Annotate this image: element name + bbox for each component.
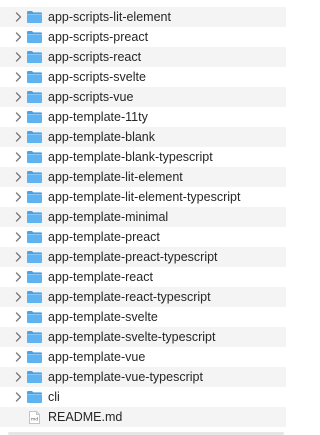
folder-icon	[26, 230, 43, 244]
folder-row[interactable]: app-template-11ty	[0, 107, 286, 127]
folder-icon	[26, 190, 43, 204]
chevron-right-icon[interactable]	[13, 151, 23, 163]
chevron-right-icon[interactable]	[13, 371, 23, 383]
chevron-right-icon[interactable]	[13, 251, 23, 263]
folder-icon	[26, 290, 43, 304]
folder-icon	[26, 50, 43, 64]
folder-row[interactable]: app-template-react	[0, 267, 286, 287]
folder-row[interactable]: app-scripts-preact	[0, 27, 286, 47]
folder-icon	[26, 130, 43, 144]
folder-name: app-template-react	[48, 270, 153, 284]
folder-name: app-template-blank	[48, 130, 156, 144]
folder-icon	[26, 90, 43, 104]
folder-row[interactable]: app-template-blank	[0, 127, 286, 147]
folder-row[interactable]: app-template-svelte-typescript	[0, 327, 286, 347]
folder-row[interactable]: app-scripts-react	[0, 47, 286, 67]
chevron-right-icon[interactable]	[13, 291, 23, 303]
folder-name: app-scripts-preact	[48, 30, 149, 44]
folder-row[interactable]: app-scripts-lit-element	[0, 7, 286, 27]
folder-icon	[26, 330, 43, 344]
folder-name: app-template-vue-typescript	[48, 370, 203, 384]
chevron-right-icon[interactable]	[13, 211, 23, 223]
file-row[interactable]: md README.md	[0, 407, 286, 427]
file-name: README.md	[48, 410, 123, 424]
folder-icon	[26, 170, 43, 184]
folder-icon	[26, 10, 43, 24]
folder-name: cli	[48, 390, 60, 404]
folder-name: app-template-minimal	[48, 210, 169, 224]
chevron-right-icon[interactable]	[13, 331, 23, 343]
chevron-right-icon[interactable]	[13, 91, 23, 103]
chevron-right-icon[interactable]	[13, 271, 23, 283]
folder-row[interactable]: cli	[0, 387, 286, 407]
folder-row[interactable]: app-template-lit-element	[0, 167, 286, 187]
file-list: app-scripts-lit-element app-scripts-preac…	[0, 0, 286, 435]
folder-icon	[26, 110, 43, 124]
chevron-right-icon[interactable]	[13, 311, 23, 323]
folder-name: app-scripts-svelte	[48, 70, 146, 84]
svg-text:md: md	[31, 417, 38, 423]
folder-icon	[26, 150, 43, 164]
folder-icon	[26, 350, 43, 364]
folder-name: app-template-vue	[48, 350, 146, 364]
folder-row[interactable]: app-template-lit-element-typescript	[0, 187, 286, 207]
folder-icon	[26, 270, 43, 284]
chevron-right-icon[interactable]	[13, 351, 23, 363]
folder-row[interactable]: app-template-svelte	[0, 307, 286, 327]
folder-name: app-template-11ty	[48, 110, 148, 124]
folder-name: app-template-lit-element	[48, 170, 183, 184]
folder-icon	[26, 30, 43, 44]
folder-icon	[26, 250, 43, 264]
folder-name: app-template-svelte-typescript	[48, 330, 216, 344]
folder-icon	[26, 370, 43, 384]
chevron-right-icon[interactable]	[13, 231, 23, 243]
folder-name: app-template-preact	[48, 230, 160, 244]
chevron-right-icon[interactable]	[13, 71, 23, 83]
folder-row[interactable]: app-template-react-typescript	[0, 287, 286, 307]
markdown-file-icon: md	[29, 411, 40, 424]
folder-name: app-template-react-typescript	[48, 290, 211, 304]
chevron-right-icon[interactable]	[13, 191, 23, 203]
folder-name: app-template-svelte	[48, 310, 158, 324]
folder-name: app-scripts-lit-element	[48, 10, 171, 24]
chevron-right-icon[interactable]	[13, 131, 23, 143]
folder-icon	[26, 390, 43, 404]
folder-name: app-template-blank-typescript	[48, 150, 213, 164]
folder-row[interactable]: app-template-vue	[0, 347, 286, 367]
folder-name: app-scripts-react	[48, 50, 142, 64]
chevron-right-icon[interactable]	[13, 31, 23, 43]
folder-row[interactable]: app-template-blank-typescript	[0, 147, 286, 167]
folder-row[interactable]: app-template-preact	[0, 227, 286, 247]
chevron-right-icon[interactable]	[13, 111, 23, 123]
folder-row[interactable]: app-scripts-vue	[0, 87, 286, 107]
folder-row[interactable]: app-scripts-svelte	[0, 67, 286, 87]
folder-icon	[26, 70, 43, 84]
folder-row[interactable]: app-template-minimal	[0, 207, 286, 227]
folder-row[interactable]: app-template-vue-typescript	[0, 367, 286, 387]
folder-name: app-scripts-vue	[48, 90, 134, 104]
chevron-right-icon[interactable]	[13, 391, 23, 403]
chevron-right-icon[interactable]	[13, 51, 23, 63]
chevron-right-icon[interactable]	[13, 171, 23, 183]
chevron-right-icon[interactable]	[13, 11, 23, 23]
folder-icon	[26, 210, 43, 224]
folder-row[interactable]: app-template-preact-typescript	[0, 247, 286, 267]
folder-name: app-template-lit-element-typescript	[48, 190, 241, 204]
folder-name: app-template-preact-typescript	[48, 250, 218, 264]
folder-icon	[26, 310, 43, 324]
